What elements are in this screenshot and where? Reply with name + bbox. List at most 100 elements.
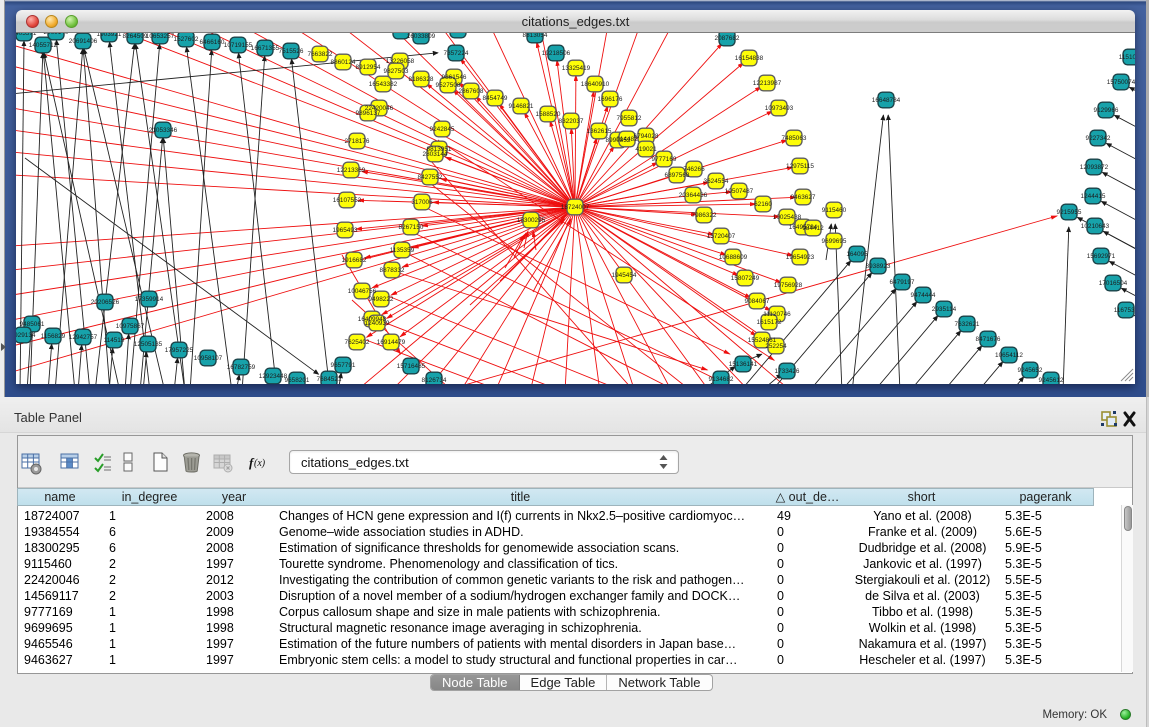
svg-text:8126734: 8126734 [422, 377, 447, 384]
svg-text:12505135: 12505135 [134, 341, 163, 348]
svg-text:9227342: 9227342 [1086, 135, 1111, 142]
svg-text:15720407: 15720407 [707, 233, 736, 240]
svg-text:164095: 164095 [846, 251, 868, 258]
svg-text:10975867: 10975867 [116, 323, 145, 330]
svg-text:15716485: 15716485 [397, 363, 426, 370]
svg-text:1615172: 1615172 [757, 319, 782, 326]
svg-text:11120746: 11120746 [763, 311, 791, 318]
svg-text:8471676: 8471676 [976, 336, 1001, 343]
svg-text:317006: 317006 [411, 199, 433, 206]
svg-text:16648784: 16648784 [872, 97, 901, 104]
svg-text:18640910: 18640910 [581, 81, 610, 88]
svg-text:1527602: 1527602 [174, 36, 199, 43]
svg-text:16914479: 16914479 [377, 339, 406, 346]
svg-text:9242845: 9242845 [430, 126, 455, 133]
svg-text:2087682: 2087682 [715, 35, 740, 42]
svg-text:8264509: 8264509 [123, 33, 148, 40]
svg-text:10046756: 10046756 [348, 288, 377, 295]
svg-text:12213987: 12213987 [753, 80, 782, 87]
svg-text:9129966: 9129966 [1094, 107, 1119, 114]
svg-text:62160: 62160 [754, 201, 772, 208]
svg-text:1929134: 1929134 [16, 332, 36, 339]
svg-text:7485063: 7485063 [782, 135, 807, 142]
svg-text:13325419: 13325419 [562, 65, 591, 72]
svg-text:9498222: 9498222 [369, 296, 394, 303]
svg-text:6479197: 6479197 [890, 279, 915, 286]
svg-text:1244415: 1244415 [1081, 193, 1106, 200]
svg-text:252254: 252254 [765, 343, 787, 350]
svg-text:20364436: 20364436 [679, 192, 708, 199]
svg-text:19218506: 19218506 [542, 50, 571, 57]
svg-text:9245652: 9245652 [1018, 367, 1043, 374]
svg-text:17957225: 17957225 [165, 347, 194, 354]
svg-text:16543382: 16543382 [369, 81, 398, 88]
svg-text:15750074: 15750074 [1107, 79, 1135, 86]
svg-text:8267150: 8267150 [399, 224, 424, 231]
svg-text:8938923: 8938923 [866, 263, 891, 270]
svg-text:2105334: 2105334 [446, 33, 471, 34]
svg-text:1135359: 1135359 [390, 247, 415, 254]
svg-text:7986322: 7986322 [692, 212, 717, 219]
svg-text:9115460: 9115460 [822, 207, 847, 214]
svg-text:9485061: 9485061 [20, 321, 45, 328]
svg-text:1733426: 1733426 [775, 368, 800, 375]
svg-text:10653257: 10653257 [146, 33, 175, 40]
svg-text:9896137: 9896137 [356, 110, 381, 117]
svg-text:16782759: 16782759 [227, 364, 256, 371]
svg-text:12923448: 12923448 [259, 373, 288, 380]
svg-text:2803144: 2803144 [423, 151, 448, 158]
svg-text:7955812: 7955812 [617, 115, 642, 122]
svg-text:16107552: 16107552 [333, 197, 362, 204]
svg-text:1151074: 1151074 [1119, 54, 1135, 61]
svg-text:1240939: 1240939 [365, 320, 390, 327]
svg-text:9658201: 9658201 [285, 377, 310, 384]
svg-text:8860124: 8860124 [331, 59, 356, 66]
svg-text:1156829: 1156829 [41, 333, 66, 340]
svg-text:6466160: 6466160 [200, 39, 225, 46]
svg-text:114519: 114519 [104, 337, 125, 344]
svg-text:10973493: 10973493 [765, 105, 794, 112]
svg-text:1945454: 1945454 [612, 272, 637, 279]
svg-text:10654112: 10654112 [995, 352, 1023, 359]
svg-text:10210643: 10210643 [1081, 223, 1110, 230]
svg-text:12975115: 12975115 [786, 163, 814, 170]
svg-text:10719155: 10719155 [224, 42, 253, 49]
svg-text:9527508: 9527508 [436, 82, 461, 89]
svg-text:18300295: 18300295 [517, 217, 546, 224]
svg-text:8813054: 8813054 [523, 33, 548, 39]
svg-text:8322037: 8322037 [559, 118, 584, 125]
svg-text:8878332: 8878332 [380, 267, 405, 274]
svg-text:18724007: 18724007 [561, 204, 590, 211]
svg-text:8454749: 8454749 [483, 95, 508, 102]
svg-text:12213369: 12213369 [337, 167, 366, 174]
svg-text:9215955: 9215955 [1057, 209, 1082, 216]
svg-text:10507487: 10507487 [725, 188, 754, 195]
svg-text:14055712: 14055712 [29, 42, 58, 49]
svg-text:1696176: 1696176 [598, 96, 623, 103]
svg-text:1965493: 1965493 [333, 227, 358, 234]
svg-text:914482: 914482 [616, 136, 638, 143]
svg-text:16671355: 16671355 [251, 45, 280, 52]
svg-text:10025438: 10025438 [773, 214, 802, 221]
svg-text:7515526: 7515526 [279, 48, 304, 55]
svg-text:9827503: 9827503 [384, 68, 409, 75]
svg-text:16154838: 16154838 [735, 55, 764, 62]
svg-text:17359914: 17359914 [135, 296, 164, 303]
svg-text:8427552: 8427552 [418, 174, 443, 181]
svg-text:7357224: 7357224 [444, 50, 469, 57]
svg-text:7663822: 7663822 [308, 51, 333, 58]
svg-text:12942757: 12942757 [69, 334, 98, 341]
svg-text:16033809: 16033809 [407, 33, 436, 40]
svg-text:10958107: 10958107 [194, 355, 223, 362]
svg-text:9134682: 9134682 [709, 376, 734, 383]
svg-text:3624554: 3624554 [704, 178, 729, 185]
svg-text:20206526: 20206526 [91, 299, 120, 306]
svg-text:9146821: 9146821 [509, 103, 534, 110]
svg-text:9777169: 9777169 [652, 156, 677, 163]
svg-text:12093872: 12093872 [1080, 164, 1109, 171]
svg-text:19756928: 19756928 [774, 282, 803, 289]
svg-text:9463627: 9463627 [791, 194, 816, 201]
svg-text:1167531: 1167531 [1114, 307, 1135, 314]
svg-text:15692971: 15692971 [1087, 253, 1116, 260]
svg-text:1405571: 1405571 [16, 33, 37, 37]
